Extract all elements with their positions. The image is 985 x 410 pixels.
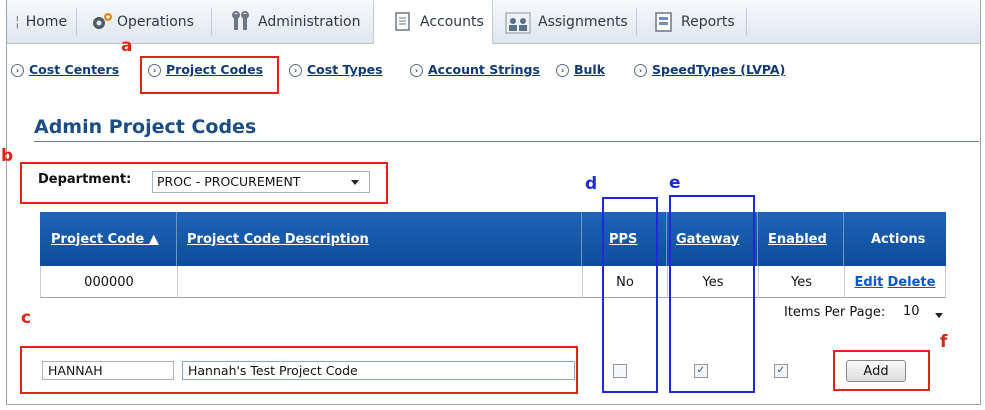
tab-operations[interactable]: Operations [77, 0, 212, 43]
tab-label: Home [25, 13, 68, 30]
subnav-label: Cost Types [307, 62, 383, 77]
annotation-box-b [20, 162, 388, 204]
annotation-label-a: a [121, 36, 133, 56]
annotation-box-d [602, 197, 658, 393]
annotation-label-d: d [585, 174, 598, 194]
subnav-account-strings[interactable]: › Account Strings [410, 62, 540, 77]
annotation-box-a [140, 56, 279, 94]
subnav-label: Bulk [574, 62, 606, 77]
cell-enabled: Yes [791, 274, 812, 290]
column-divider [176, 212, 177, 266]
tab-label: Administration [258, 13, 361, 30]
subnav-bulk[interactable]: › Bulk [556, 62, 605, 77]
page-title: Admin Project Codes [34, 116, 257, 138]
header-project-code[interactable]: Project Code ▲ [51, 212, 159, 266]
subnav-cost-types[interactable]: › Cost Types [289, 62, 383, 77]
header-description[interactable]: Project Code Description [187, 212, 369, 266]
subnav-speedtypes[interactable]: › SpeedTypes (LVPA) [634, 62, 785, 77]
header-label: Project Code Description [187, 231, 369, 247]
enabled-checkbox[interactable]: ✓ [774, 364, 788, 378]
subnav-label: SpeedTypes (LVPA) [652, 62, 786, 77]
cell-description [178, 266, 582, 298]
top-nav: ¦ Home Operations Administration Account… [7, 0, 980, 44]
cell-project-code: 000000 [84, 274, 134, 290]
circle-arrow-icon: › [410, 64, 423, 77]
header-enabled[interactable]: Enabled [768, 212, 827, 266]
annotation-label-e: e [669, 173, 681, 193]
tab-administration[interactable]: Administration [212, 0, 372, 43]
column-divider [757, 212, 758, 266]
header-label: Actions [871, 231, 926, 247]
annotation-label-f: f [940, 332, 948, 352]
edit-link[interactable]: Edit [855, 275, 884, 290]
column-divider [843, 212, 844, 266]
people-icon [504, 11, 532, 33]
tab-assignments[interactable]: Assignments [492, 0, 637, 43]
header-actions: Actions [871, 212, 925, 266]
cell-actions: Edit Delete [845, 266, 945, 298]
subnav-label: Account Strings [428, 62, 540, 77]
annotation-label-c: c [21, 308, 32, 328]
tab-label: Assignments [538, 13, 628, 30]
items-per-page-label: Items Per Page: [784, 305, 886, 320]
document-icon [392, 11, 414, 33]
annotation-label-b: b [1, 146, 14, 166]
divider [746, 8, 747, 36]
header-label: Enabled [768, 231, 827, 247]
circle-arrow-icon: › [11, 64, 24, 77]
tab-label: Reports [681, 13, 735, 30]
title-divider [34, 141, 979, 142]
header-label: Project Code ▲ [51, 231, 159, 247]
column-divider [666, 212, 667, 266]
separator-icon: ¦ [15, 13, 20, 30]
circle-arrow-icon: › [556, 64, 569, 77]
grid-header: Project Code ▲ Project Code Description … [40, 212, 946, 266]
tab-label: Operations [117, 13, 194, 30]
circle-arrow-icon: › [634, 64, 647, 77]
tab-reports[interactable]: Reports [637, 0, 747, 43]
subnav-cost-centers[interactable]: › Cost Centers [11, 62, 119, 77]
chevron-down-icon [935, 313, 943, 318]
delete-link[interactable]: Delete [888, 275, 936, 290]
column-divider [581, 212, 582, 266]
circle-arrow-icon: › [289, 64, 302, 77]
tab-label: Accounts [420, 14, 484, 30]
annotation-box-f [833, 350, 930, 391]
tab-home[interactable]: ¦ Home [7, 0, 77, 43]
annotation-box-c [20, 346, 578, 394]
annotation-box-e [669, 195, 755, 393]
gears-icon [89, 11, 112, 33]
tools-icon [230, 10, 252, 33]
items-per-page-select[interactable]: 10 [903, 304, 947, 324]
report-icon [653, 11, 675, 33]
table-row: 000000 No Yes Yes Edit Delete [40, 266, 946, 298]
items-per-page-value: 10 [903, 304, 920, 319]
subnav-label: Cost Centers [29, 62, 120, 77]
tab-accounts[interactable]: Accounts [373, 0, 493, 44]
